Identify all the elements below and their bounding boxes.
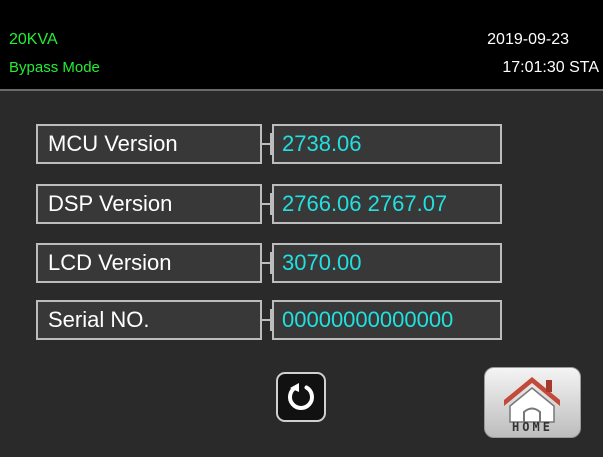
connector — [262, 124, 272, 164]
model-rating: 20KVA — [9, 31, 58, 48]
home-button[interactable]: HOME — [484, 367, 581, 438]
serial-number-value: 00000000000000 — [272, 300, 502, 340]
dsp-version-value: 2766.06 2767.07 — [272, 184, 502, 224]
home-label: HOME — [512, 420, 553, 434]
connector — [262, 300, 272, 340]
connector — [262, 243, 272, 283]
refresh-button[interactable] — [276, 372, 326, 422]
dsp-version-label: DSP Version — [36, 184, 262, 224]
lcd-version-value: 3070.00 — [272, 243, 502, 283]
serial-number-label: Serial NO. — [36, 300, 262, 340]
mcu-version-label: MCU Version — [36, 124, 262, 164]
operating-mode: Bypass Mode — [9, 59, 100, 76]
header-divider — [0, 89, 603, 91]
ups-info-screen: 20KVA Bypass Mode 2019-09-23 17:01:30 ST… — [0, 0, 603, 457]
mcu-version-value: 2738.06 — [272, 124, 502, 164]
date-display: 2019-09-23 — [487, 31, 569, 48]
status-header: 20KVA Bypass Mode 2019-09-23 17:01:30 ST… — [0, 0, 603, 89]
time-status-display: 17:01:30 STA — [502, 59, 599, 76]
lcd-version-label: LCD Version — [36, 243, 262, 283]
connector — [262, 184, 272, 224]
